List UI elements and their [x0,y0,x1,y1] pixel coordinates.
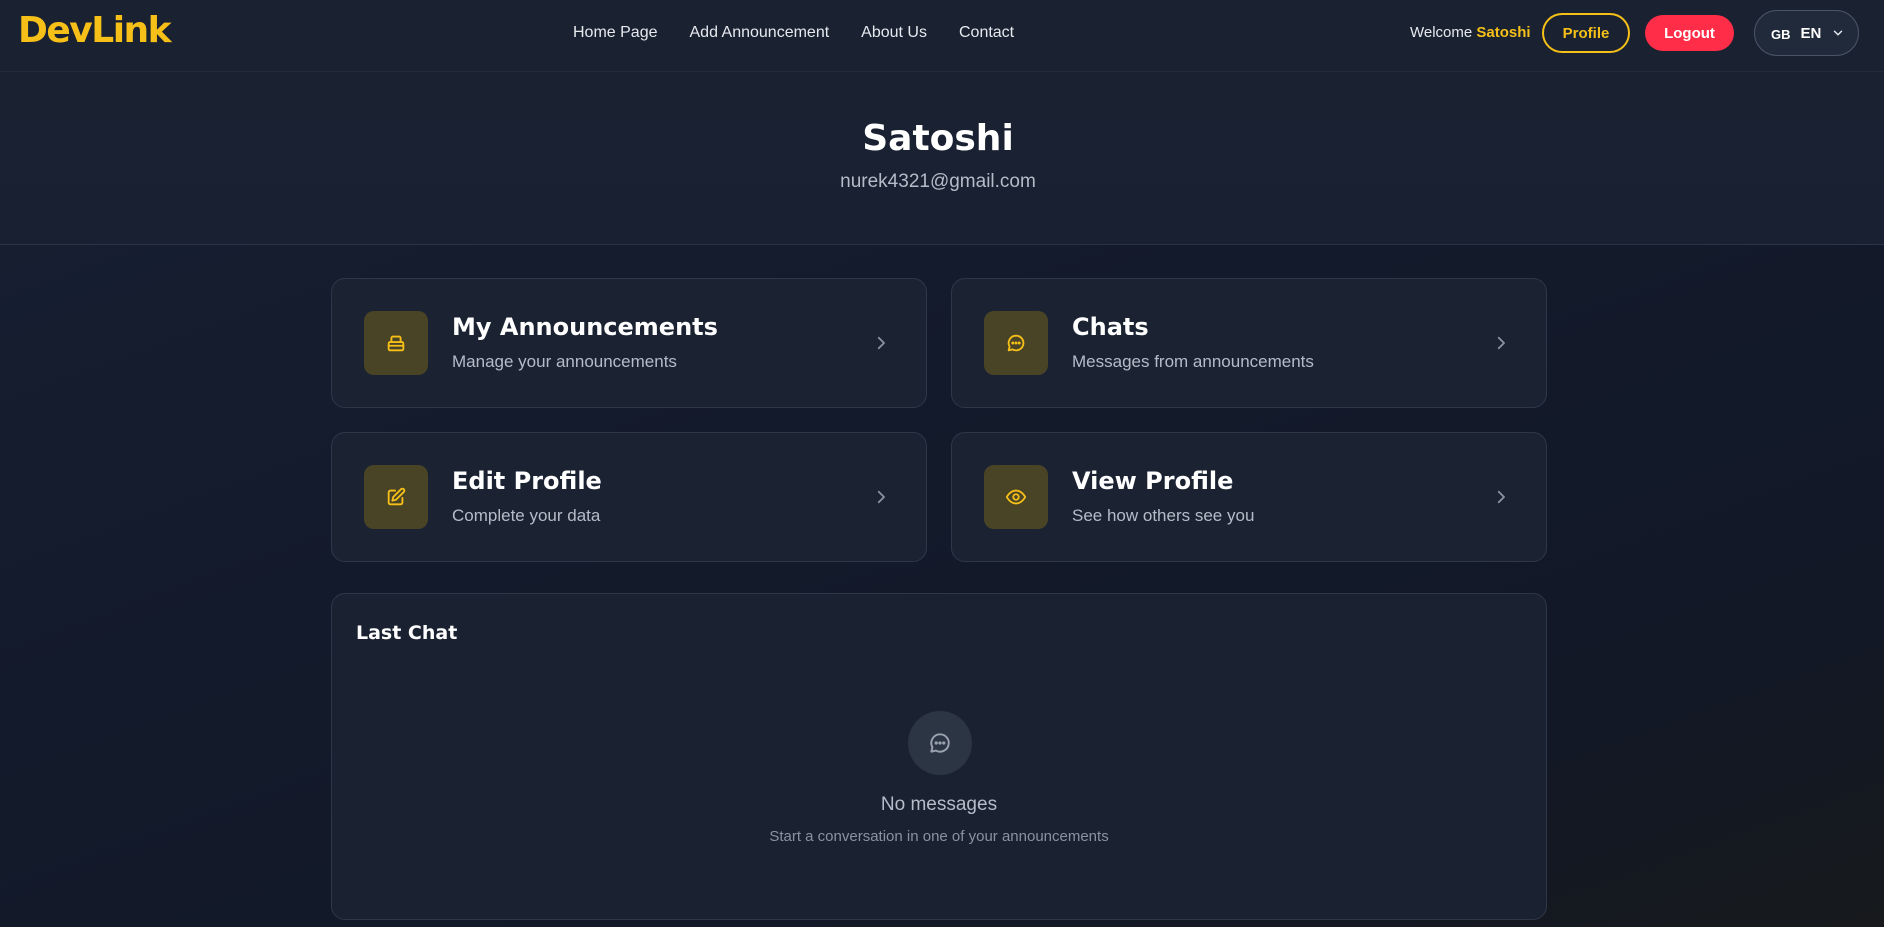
main-nav: Home Page Add Announcement About Us Cont… [573,24,1046,42]
card-subtitle: Messages from announcements [1072,352,1314,371]
profile-email: nurek4321@gmail.com [840,171,1036,192]
card-title: View Profile [1072,467,1234,495]
welcome-message: Welcome Satoshi [1410,24,1531,41]
chevron-right-icon [877,490,885,504]
devlink-logo[interactable]: DevLink [18,10,172,51]
card-icon-wrapper [984,465,1048,529]
language-code: EN [1800,24,1822,42]
empty-state-title: No messages [880,794,998,815]
card-title: Chats [1072,313,1149,341]
card-subtitle: Complete your data [452,506,601,525]
card-view-profile[interactable]: View Profile See how others see you [951,432,1547,562]
nav-link-about-us[interactable]: About Us [861,24,927,42]
card-edit-profile[interactable]: Edit Profile Complete your data [331,432,927,562]
language-selector[interactable]: GB EN [1754,10,1859,56]
welcome-prefix: Welcome [1410,24,1473,41]
card-subtitle: Manage your announcements [452,352,677,371]
chat-bubble-icon [1007,334,1025,352]
card-icon-wrapper [364,465,428,529]
card-my-announcements[interactable]: My Announcements Manage your announcemen… [331,278,927,408]
chevron-right-icon [877,336,885,350]
empty-state-subtitle: Start a conversation in one of your anno… [769,828,1109,845]
profile-header: Satoshi nurek4321@gmail.com [0,72,1884,245]
edit-icon [387,487,406,506]
profile-button[interactable]: Profile [1542,13,1630,53]
chevron-right-icon [1497,336,1505,350]
empty-state-icon-wrapper [908,711,972,775]
card-icon-wrapper [984,311,1048,375]
last-chat-title: Last Chat [356,622,458,644]
profile-name: Satoshi [862,118,1014,159]
nav-link-contact[interactable]: Contact [959,24,1014,42]
card-chats[interactable]: Chats Messages from announcements [951,278,1547,408]
chevron-right-icon [1497,490,1505,504]
inbox-icon [387,335,405,352]
chat-bubble-icon [930,733,950,753]
nav-link-add-announcement[interactable]: Add Announcement [690,24,830,42]
logout-button[interactable]: Logout [1645,15,1734,51]
last-chat-panel: Last Chat No messages Start a conversati… [331,593,1547,920]
welcome-username: Satoshi [1476,24,1531,41]
card-title: My Announcements [452,313,718,341]
chevron-down-icon [1834,30,1843,36]
card-icon-wrapper [364,311,428,375]
top-navbar: DevLink Home Page Add Announcement About… [0,0,1884,72]
card-subtitle: See how others see you [1072,506,1255,525]
flag-gb-icon: GB [1771,26,1791,42]
card-title: Edit Profile [452,467,602,495]
nav-link-home[interactable]: Home Page [573,24,658,42]
eye-icon [1005,489,1027,505]
